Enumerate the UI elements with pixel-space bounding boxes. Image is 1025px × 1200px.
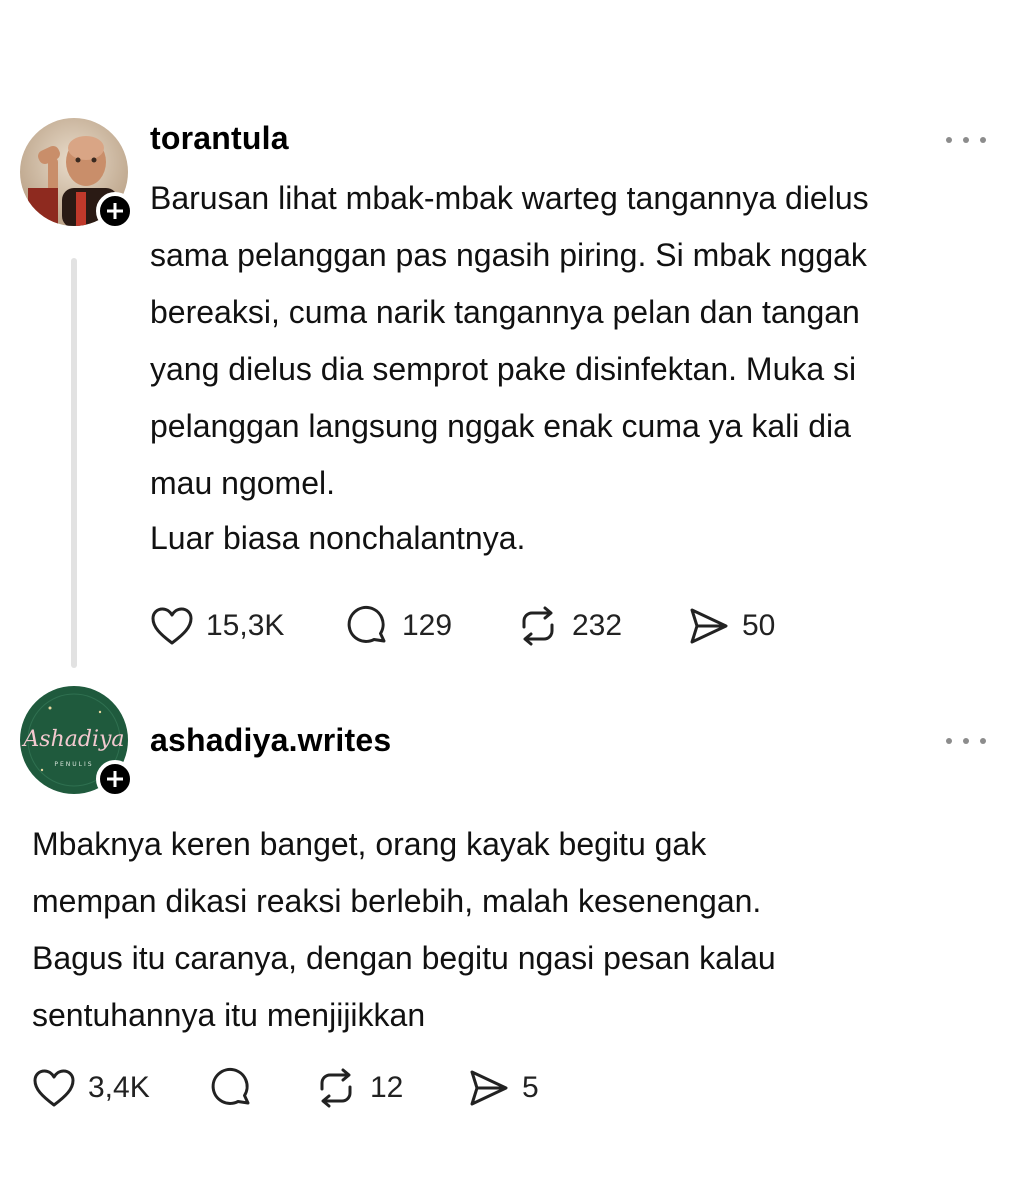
like-button[interactable]: 15,3K	[150, 604, 284, 648]
more-dots-icon[interactable]	[946, 130, 986, 150]
like-button[interactable]: 3,4K	[32, 1066, 150, 1110]
share-icon	[690, 608, 728, 644]
repost-button[interactable]: 12	[314, 1066, 403, 1110]
thread-post-1: torantula Barusan lihat mbak-mbak warteg…	[0, 0, 1025, 680]
thread-connector-line	[71, 258, 77, 668]
repost-count: 232	[572, 609, 623, 642]
repost-icon	[320, 1068, 352, 1108]
post-body-text-paragraph-2: Luar biasa nonchalantnya.	[150, 510, 525, 567]
comment-icon	[211, 1067, 250, 1105]
post-text-line: Barusan lihat mbak-mbak warteg tangannya…	[150, 180, 869, 216]
like-count: 15,3K	[206, 609, 285, 642]
share-button[interactable]: 50	[688, 604, 775, 648]
share-button[interactable]: 5	[468, 1066, 539, 1110]
post-text-line: sentuhannya itu menjijikkan	[32, 997, 426, 1033]
repost-icon	[522, 606, 554, 646]
repost-button[interactable]: 232	[516, 604, 622, 648]
reply-count: 129	[402, 609, 453, 642]
post-text-line: bereaksi, cuma narik tangannya pelan dan…	[150, 294, 860, 330]
post-text-line: Bagus itu caranya, dengan begitu ngasi p…	[32, 940, 776, 976]
plus-icon	[107, 203, 123, 219]
post-text-line: Mbaknya keren banget, orang kayak begitu…	[32, 826, 707, 862]
logo-subtitle: PENULIS	[54, 761, 93, 768]
post-actions: 15,3K 129 232 50	[150, 604, 850, 648]
repost-count: 12	[370, 1071, 404, 1104]
share-icon	[470, 1070, 508, 1106]
follow-button[interactable]	[96, 760, 134, 798]
reply-button[interactable]: 129	[346, 604, 452, 648]
comment-icon	[347, 605, 386, 643]
like-count: 3,4K	[88, 1071, 150, 1104]
thread-post-2: Ashadiya PENULIS ashadiya.writes Mbaknya…	[0, 680, 1025, 1180]
post-text-line: mau ngomel.	[150, 465, 335, 501]
follow-button[interactable]	[96, 192, 134, 230]
post-body-text: Barusan lihat mbak-mbak warteg tangannya…	[150, 170, 869, 512]
more-dots-icon[interactable]	[946, 731, 986, 751]
logo-wordmark: Ashadiya	[21, 727, 124, 752]
post-username[interactable]: torantula	[150, 120, 289, 157]
post-text-line: mempan dikasi reaksi berlebih, malah kes…	[32, 883, 762, 919]
heart-icon	[151, 607, 193, 645]
share-count: 5	[522, 1071, 539, 1104]
heart-icon	[33, 1069, 75, 1107]
post-text-line: yang dielus dia semprot pake disinfektan…	[150, 351, 857, 387]
share-count: 50	[742, 609, 776, 642]
post-body-text: Mbaknya keren banget, orang kayak begitu…	[32, 816, 776, 1044]
post-text-line: pelanggan langsung nggak enak cuma ya ka…	[150, 408, 851, 444]
reply-button[interactable]	[210, 1066, 254, 1110]
post-text-line: sama pelanggan pas ngasih piring. Si mba…	[150, 237, 867, 273]
plus-icon	[107, 771, 123, 787]
post-username[interactable]: ashadiya.writes	[150, 722, 391, 759]
post-text-line: Luar biasa nonchalantnya.	[150, 520, 526, 556]
post-actions: 3,4K 12 5	[32, 1066, 632, 1110]
